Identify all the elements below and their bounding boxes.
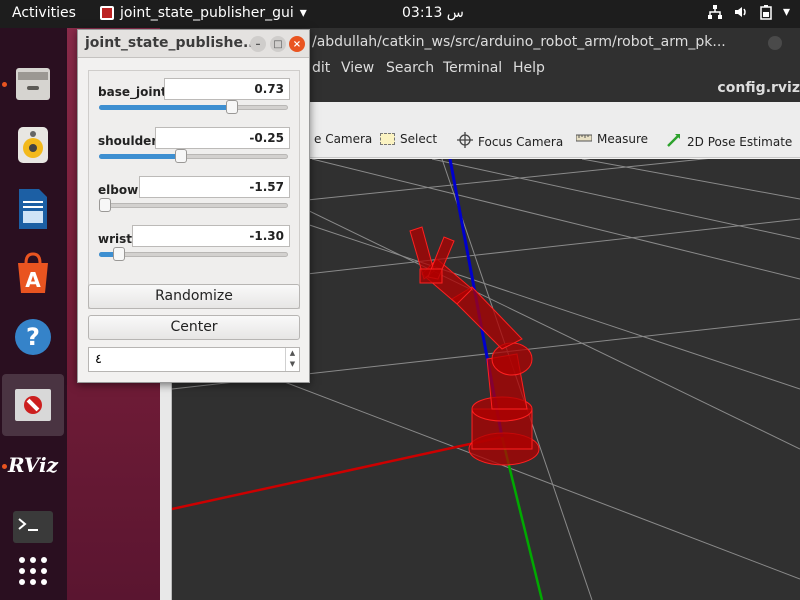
maximize-button[interactable]: □ bbox=[270, 36, 286, 52]
menu-view[interactable]: View bbox=[341, 60, 374, 76]
slider-handle[interactable] bbox=[175, 149, 188, 163]
row-count-spinbox[interactable]: ٤ ▲ ▼ bbox=[88, 347, 300, 372]
select-icon bbox=[380, 133, 395, 145]
rviz-window-icon[interactable] bbox=[2, 374, 64, 436]
app-icon bbox=[100, 6, 114, 20]
center-button[interactable]: Center bbox=[88, 315, 300, 340]
joint-slider[interactable] bbox=[99, 247, 288, 261]
jsp-window-title: joint_state_publishe... bbox=[85, 35, 259, 51]
slider-fill bbox=[99, 105, 233, 110]
menu-help[interactable]: Help bbox=[513, 60, 545, 76]
joint-slider[interactable] bbox=[99, 100, 288, 114]
dock: A ? RViz bbox=[0, 28, 67, 600]
config-filename: config.rviz bbox=[717, 80, 800, 96]
rhythmbox-icon[interactable] bbox=[8, 120, 58, 170]
slider-handle[interactable] bbox=[113, 247, 126, 261]
jsp-titlebar[interactable]: joint_state_publishe... – □ × bbox=[78, 30, 309, 58]
help-icon[interactable]: ? bbox=[8, 312, 58, 362]
slider-track bbox=[99, 203, 288, 208]
joint-value-field[interactable]: 0.73 bbox=[164, 78, 290, 100]
app-menu[interactable]: joint_state_publisher_gui ▾ bbox=[100, 5, 307, 21]
files-icon[interactable] bbox=[8, 58, 58, 108]
slider-handle[interactable] bbox=[226, 100, 239, 114]
chevron-down-icon[interactable]: ▼ bbox=[286, 359, 299, 370]
rviz-label: RViz bbox=[7, 453, 59, 477]
slider-fill bbox=[99, 154, 182, 159]
menu-search[interactable]: Search bbox=[386, 60, 434, 76]
robot-arm-model bbox=[409, 226, 540, 466]
joint-value-field[interactable]: -1.57 bbox=[139, 176, 290, 198]
svg-text:?: ? bbox=[26, 323, 40, 351]
joint-name: base_joint bbox=[98, 85, 167, 99]
menu-terminal[interactable]: Terminal bbox=[443, 60, 502, 76]
system-tray[interactable]: ▾ bbox=[707, 4, 790, 24]
randomize-button[interactable]: Randomize bbox=[88, 284, 300, 309]
tool-focus-camera[interactable]: Focus Camera bbox=[457, 132, 563, 151]
writer-icon[interactable] bbox=[8, 184, 58, 234]
slider-handle[interactable] bbox=[99, 198, 111, 212]
close-button[interactable]: × bbox=[289, 36, 305, 52]
joints-panel: base_joint 0.73 shoulder -0.25 elbow -1.… bbox=[88, 70, 300, 309]
window-button[interactable] bbox=[768, 36, 782, 50]
tool-label: Focus Camera bbox=[478, 134, 564, 149]
tool-move-camera[interactable]: e Camera bbox=[314, 132, 372, 146]
slider-track bbox=[99, 252, 288, 257]
tool-label: Measure bbox=[597, 132, 648, 146]
minimize-button[interactable]: – bbox=[250, 36, 266, 52]
clock[interactable]: 03:13 س bbox=[402, 5, 464, 21]
rviz-window-title: /abdullah/catkin_ws/src/arduino_robot_ar… bbox=[312, 34, 726, 50]
software-icon[interactable]: A bbox=[8, 248, 58, 298]
chevron-up-icon[interactable]: ▲ bbox=[286, 348, 299, 359]
joint-row: wrist -1.30 bbox=[89, 225, 301, 273]
menu-edit[interactable]: dit bbox=[312, 60, 330, 76]
rviz-icon[interactable]: RViz bbox=[8, 440, 58, 490]
joint-row: shoulder -0.25 bbox=[89, 127, 301, 175]
app-menu-label: joint_state_publisher_gui bbox=[120, 5, 294, 21]
running-indicator bbox=[2, 464, 7, 469]
network-icon bbox=[707, 4, 723, 24]
volume-icon bbox=[733, 4, 749, 24]
tool-2d-pose-estimate[interactable]: 2D Pose Estimate bbox=[666, 132, 792, 151]
tool-label: Select bbox=[400, 132, 438, 146]
joint-name: wrist bbox=[98, 232, 132, 246]
spinbox-value: ٤ bbox=[95, 352, 102, 367]
ruler-icon bbox=[575, 132, 593, 146]
joint-name: shoulder bbox=[98, 134, 158, 148]
terminal-icon[interactable] bbox=[8, 502, 58, 552]
spinbox-arrows[interactable]: ▲ ▼ bbox=[285, 348, 299, 371]
svg-text:A: A bbox=[25, 268, 41, 292]
joint-row: elbow -1.57 bbox=[89, 176, 301, 224]
joint-name: elbow bbox=[98, 183, 139, 197]
battery-icon bbox=[759, 4, 773, 24]
crosshair-icon bbox=[457, 132, 473, 151]
tool-measure[interactable]: Measure bbox=[575, 132, 648, 146]
chevron-down-icon: ▾ bbox=[299, 5, 307, 21]
joint-row: base_joint 0.73 bbox=[89, 78, 301, 126]
apps-grid-icon[interactable] bbox=[8, 546, 58, 596]
x-axis bbox=[172, 435, 503, 511]
chevron-down-icon: ▾ bbox=[782, 4, 790, 20]
running-indicator bbox=[2, 82, 7, 87]
joint-slider[interactable] bbox=[99, 198, 288, 212]
joint-value-field[interactable]: -0.25 bbox=[155, 127, 290, 149]
joint-slider[interactable] bbox=[99, 149, 288, 163]
joint-value-field[interactable]: -1.30 bbox=[132, 225, 290, 247]
tool-select[interactable]: Select bbox=[380, 132, 437, 146]
green-arrow-icon bbox=[666, 132, 682, 151]
joint-state-publisher-window: joint_state_publishe... – □ × base_joint… bbox=[77, 29, 310, 383]
top-bar: Activities joint_state_publisher_gui ▾ 0… bbox=[0, 0, 800, 28]
tool-label: e Camera bbox=[314, 132, 373, 146]
activities-button[interactable]: Activities bbox=[12, 5, 76, 21]
tool-label: 2D Pose Estimate bbox=[687, 134, 793, 149]
